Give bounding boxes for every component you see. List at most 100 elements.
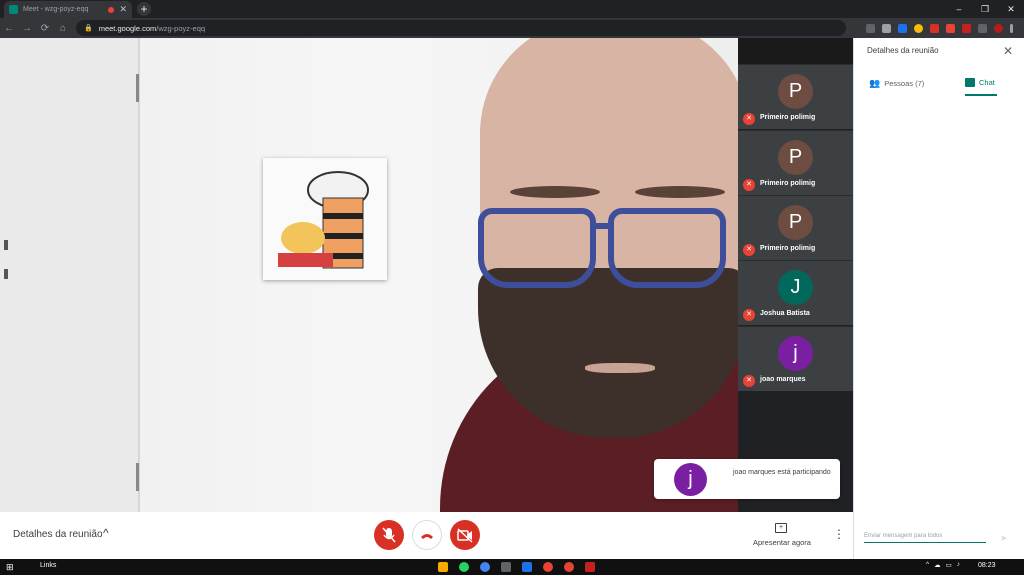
tab-title: Meet - wzg-poyz-eqq (23, 6, 89, 13)
browser-menu-icon[interactable] (1010, 23, 1013, 33)
cloud-icon[interactable]: ☁ (934, 561, 941, 569)
mic-muted-icon: ✕ (743, 309, 755, 321)
participant-tile[interactable]: J ✕ Joshua Batista (738, 260, 853, 325)
taskbar-links[interactable]: Links (40, 562, 56, 569)
tab-people[interactable]: 👥 Pessoas (7) (869, 70, 924, 96)
red-extension-icon[interactable] (930, 23, 939, 33)
avatar: P (778, 205, 813, 240)
door-hinge-left-2 (4, 269, 8, 279)
address-bar[interactable]: 🔒 meet.google.com/wzg-poyz-eqq (76, 20, 846, 36)
url-text: meet.google.com/wzg-poyz-eqq (98, 23, 206, 33)
whatsapp-icon[interactable] (459, 562, 469, 572)
participant-tile[interactable]: P ✕ Primeiro polimig (738, 195, 853, 260)
camera-extension-icon[interactable] (866, 23, 875, 33)
puzzle-extensions-icon[interactable] (978, 23, 987, 33)
participant-name: Primeiro polimig (760, 245, 816, 252)
network-icon[interactable]: ▭ (946, 561, 952, 569)
close-panel-icon[interactable]: ✕ (1003, 44, 1013, 58)
minimize-button[interactable]: – (946, 0, 972, 18)
meeting-details-button[interactable]: Detalhes da reunião (13, 529, 103, 540)
reload-button[interactable]: ⟳ (36, 23, 54, 34)
present-screen-icon[interactable]: + (775, 523, 787, 533)
participant-tile[interactable]: P ✕ Primeiro polimig (738, 130, 853, 195)
chrome-active-icon[interactable] (564, 562, 574, 572)
tab-chat-label: Chat (979, 77, 995, 87)
new-tab-button[interactable]: + (137, 2, 151, 16)
door-hinge-bottom (136, 463, 139, 491)
app-icon-4[interactable] (585, 562, 595, 572)
browser-tab-meet[interactable]: Meet - wzg-poyz-eqq ✕ (4, 1, 132, 18)
app-icon[interactable] (480, 562, 490, 572)
hang-up-icon (421, 534, 433, 539)
avatar: P (778, 74, 813, 109)
tab-close-icon[interactable]: ✕ (119, 4, 127, 15)
chat-message-input[interactable]: Enviar mensagem para todos (864, 533, 986, 543)
mic-off-icon (382, 527, 396, 543)
participant-name: Primeiro polimig (760, 114, 816, 121)
more-options-icon[interactable]: ⋮ (833, 527, 845, 541)
chrome-icon[interactable] (543, 562, 553, 572)
mic-muted-icon: ✕ (743, 244, 755, 256)
participant-name: joao marques (760, 376, 806, 383)
tray-chevron-icon[interactable]: ^ (926, 561, 929, 569)
present-now-button[interactable]: Apresentar agora (753, 538, 811, 547)
avatar: j (778, 336, 813, 371)
windows-start-icon[interactable]: ⊞ (6, 562, 14, 573)
clock[interactable]: 08:23 (978, 562, 996, 569)
camera-toggle-button[interactable] (450, 520, 480, 550)
app-icon-2[interactable] (501, 562, 511, 572)
volume-icon[interactable]: ♪ (957, 561, 960, 569)
poster-drawing (263, 158, 387, 280)
chat-icon (965, 77, 975, 87)
strip-header (738, 38, 853, 64)
door-hinge-left (4, 240, 8, 250)
chevron-up-icon[interactable]: ^ (103, 526, 109, 540)
profile-avatar[interactable] (994, 23, 1003, 33)
main-video (0, 38, 738, 512)
camera-off-icon (457, 528, 473, 543)
browser-toolbar: ← → ⟳ ⌂ 🔒 meet.google.com/wzg-poyz-eqq (0, 18, 1024, 38)
panel-title: Detalhes da reunião (867, 46, 939, 55)
browser-tab-bar: Meet - wzg-poyz-eqq ✕ + – ❐ ✕ (0, 0, 1024, 18)
os-taskbar: ⊞ Links ^ ☁ ▭ ♪ 08:23 (0, 559, 1024, 575)
app-icon-3[interactable] (522, 562, 532, 572)
join-notification: j joao marques está participando (654, 459, 840, 499)
glasses-lens-right (608, 208, 726, 288)
meet-favicon-icon (9, 5, 18, 14)
meeting-details-panel: Detalhes da reunião ✕ 👥 Pessoas (7) Chat… (853, 38, 1024, 559)
participant-tile[interactable]: P ✕ Primeiro polimig (738, 64, 853, 129)
send-icon[interactable]: ➤ (1000, 533, 1008, 544)
taskbar-apps (438, 562, 595, 572)
close-window-button[interactable]: ✕ (998, 0, 1024, 18)
participant-strip: P ✕ Primeiro polimig P ✕ Primeiro polimi… (738, 38, 853, 512)
bookmark-star-icon[interactable] (882, 23, 891, 33)
wall-poster (263, 158, 387, 280)
door-hinge (136, 74, 139, 102)
leave-call-button[interactable] (412, 520, 442, 550)
adblock-extension-icon[interactable] (946, 23, 955, 33)
recording-indicator-icon (108, 6, 115, 13)
file-explorer-icon[interactable] (438, 562, 448, 572)
glasses-bridge (590, 223, 610, 229)
avatar: J (778, 270, 813, 305)
back-button[interactable]: ← (0, 23, 18, 34)
tab-chat[interactable]: Chat (965, 70, 997, 96)
extension-icon[interactable] (898, 23, 907, 33)
forward-button[interactable]: → (18, 23, 36, 34)
participant-name: Primeiro polimig (760, 180, 816, 187)
participant-tile[interactable]: j ✕ joao marques (738, 326, 853, 391)
tab-people-label: Pessoas (7) (884, 78, 925, 88)
person-mouth (585, 363, 655, 373)
mic-muted-icon: ✕ (743, 113, 755, 125)
stop-extension-icon[interactable] (962, 23, 971, 33)
participant-video-person (440, 38, 738, 512)
home-button[interactable]: ⌂ (54, 23, 72, 34)
notification-message: joao marques está participando (733, 469, 831, 476)
moon-extension-icon[interactable] (914, 23, 923, 33)
window-controls: – ❐ ✕ (946, 0, 1024, 18)
maximize-button[interactable]: ❐ (972, 0, 998, 18)
microphone-toggle-button[interactable] (374, 520, 404, 550)
lock-icon: 🔒 (84, 25, 93, 32)
people-icon: 👥 (869, 77, 881, 88)
participant-name: Joshua Batista (760, 310, 810, 317)
